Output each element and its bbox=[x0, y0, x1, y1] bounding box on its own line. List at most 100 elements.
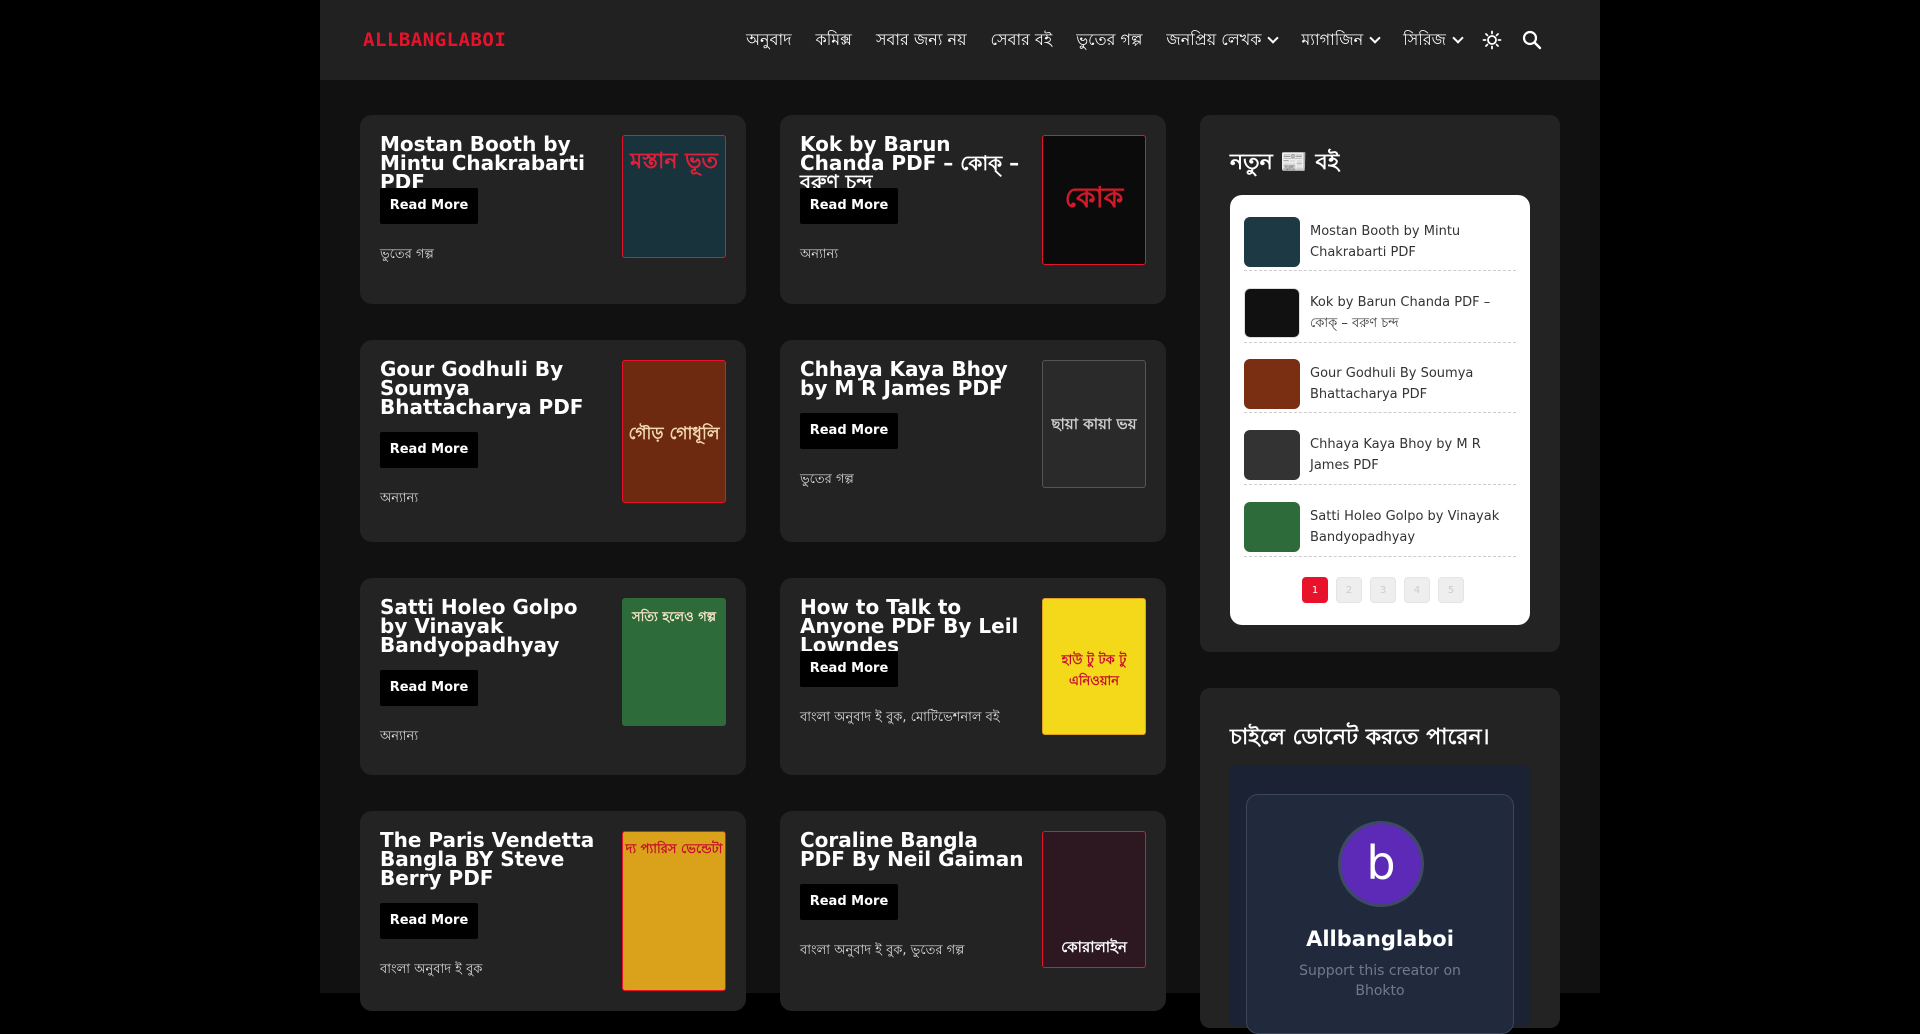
recent-book-item[interactable]: Chhaya Kaya Bhoy by M R James PDF bbox=[1244, 425, 1516, 485]
read-more-button[interactable]: Read More bbox=[380, 670, 478, 706]
read-more-button[interactable]: Read More bbox=[800, 651, 898, 687]
widget-title: নতুন 📰 বই bbox=[1230, 150, 1340, 175]
post-card: Gour Godhuli By Soumya Bhattacharya PDF … bbox=[360, 340, 746, 542]
cover-title: হাউ টু টক টু এনিওয়ান bbox=[1061, 653, 1127, 689]
nav-item-comics[interactable]: কমিক্স bbox=[816, 27, 852, 54]
cover-title: দ্য প্যারিস ভেন্ডেটা bbox=[625, 842, 723, 857]
book-cover-image[interactable]: কোক bbox=[1042, 135, 1146, 265]
site-logo[interactable]: ALLBANGLABOI bbox=[363, 29, 506, 51]
recent-book-title[interactable]: Kok by Barun Chanda PDF – কোক্ – বরুণ চন… bbox=[1310, 292, 1516, 334]
book-cover-image[interactable]: কোরালাইন bbox=[1042, 831, 1146, 968]
cover-title: গৌড় গোধূলি bbox=[628, 424, 720, 444]
cover-title: কোরালাইন bbox=[1061, 938, 1127, 956]
nav-label: সেবার বই bbox=[990, 29, 1053, 49]
post-category[interactable]: অন্যান্য bbox=[380, 489, 418, 510]
nav-item-onubad[interactable]: অনুবাদ bbox=[746, 27, 791, 54]
chevron-down-icon bbox=[1452, 32, 1464, 44]
book-thumbnail bbox=[1244, 287, 1300, 338]
book-thumbnail bbox=[1244, 501, 1300, 552]
recent-book-item[interactable]: Gour Godhuli By Soumya Bhattacharya PDF bbox=[1244, 355, 1516, 413]
post-title[interactable]: The Paris Vendetta Bangla BY Steve Berry… bbox=[380, 830, 608, 888]
post-card: Kok by Barun Chanda PDF – কোক্ – বরুণ চন… bbox=[780, 115, 1166, 304]
creator-card[interactable]: b Allbanglaboi Support this creator on B… bbox=[1246, 794, 1514, 1034]
post-title[interactable]: Coraline Bangla PDF By Neil Gaiman bbox=[800, 830, 1028, 869]
creator-name: Allbanglaboi bbox=[1306, 927, 1454, 951]
site-header: ALLBANGLABOI অনুবাদ কমিক্স সবার জন্য নয়… bbox=[320, 0, 1600, 80]
nav-label: সিরিজ bbox=[1403, 29, 1446, 49]
widget-title: চাইলে ডোনেট করতে পারেন। bbox=[1230, 725, 1490, 750]
site-container: ALLBANGLABOI অনুবাদ কমিক্স সবার জন্য নয়… bbox=[320, 0, 1600, 1034]
book-thumbnail bbox=[1244, 216, 1300, 267]
search-icon bbox=[1522, 30, 1542, 50]
read-more-button[interactable]: Read More bbox=[800, 188, 898, 224]
recent-books-widget: নতুন 📰 বই Mostan Booth by Mintu Chakraba… bbox=[1200, 115, 1560, 652]
post-category[interactable]: অন্যান্য bbox=[800, 245, 838, 266]
chevron-down-icon bbox=[1267, 32, 1280, 44]
recent-book-title[interactable]: Gour Godhuli By Soumya Bhattacharya PDF bbox=[1310, 363, 1516, 405]
nav-item-not-for-all[interactable]: সবার জন্য নয় bbox=[876, 27, 967, 54]
recent-book-item[interactable]: Mostan Booth by Mintu Chakrabarti PDF bbox=[1244, 213, 1516, 271]
book-cover-image[interactable]: গৌড় গোধূলি bbox=[622, 360, 726, 503]
book-thumbnail bbox=[1244, 358, 1300, 409]
page-button[interactable]: 1 bbox=[1302, 577, 1328, 603]
nav-label: সবার জন্য নয় bbox=[875, 29, 967, 49]
book-cover-image[interactable]: মস্তান ভূত bbox=[622, 135, 726, 258]
post-card: Coraline Bangla PDF By Neil Gaiman Read … bbox=[780, 811, 1166, 1011]
recent-book-item[interactable]: Satti Holeo Golpo by Vinayak Bandyopadhy… bbox=[1244, 497, 1516, 557]
search-button[interactable] bbox=[1522, 30, 1542, 50]
recent-pagination: 1 2 3 4 5 bbox=[1302, 577, 1472, 603]
cover-title: সত্যি হলেও গল্প bbox=[632, 610, 716, 625]
recent-book-item[interactable]: Kok by Barun Chanda PDF – কোক্ – বরুণ চন… bbox=[1244, 283, 1516, 343]
theme-toggle-button[interactable] bbox=[1482, 30, 1502, 50]
nav-item-magazine[interactable]: ম্যাগাজিন bbox=[1301, 27, 1381, 54]
post-title[interactable]: Mostan Booth by Mintu Chakrabarti PDF bbox=[380, 134, 608, 192]
post-card: Mostan Booth by Mintu Chakrabarti PDF Re… bbox=[360, 115, 746, 304]
nav-item-ghost-stories[interactable]: ভুতের গল্প bbox=[1076, 27, 1142, 54]
post-category[interactable]: ভুতের গল্প bbox=[800, 470, 854, 491]
cover-title: মস্তান ভূত bbox=[629, 149, 719, 174]
post-title[interactable]: How to Talk to Anyone PDF By Leil Lownde… bbox=[800, 597, 1028, 655]
chevron-down-icon bbox=[1369, 32, 1381, 44]
recent-books-panel: Mostan Booth by Mintu Chakrabarti PDF Ko… bbox=[1230, 195, 1530, 625]
post-category[interactable]: ভুতের গল্প bbox=[380, 245, 434, 266]
read-more-button[interactable]: Read More bbox=[380, 188, 478, 224]
cover-title: কোক bbox=[1064, 181, 1124, 214]
recent-book-title[interactable]: Mostan Booth by Mintu Chakrabarti PDF bbox=[1310, 221, 1516, 263]
donate-widget: চাইলে ডোনেট করতে পারেন। b Allbanglaboi S… bbox=[1200, 688, 1560, 1034]
post-title[interactable]: Chhaya Kaya Bhoy by M R James PDF bbox=[800, 359, 1028, 398]
creator-subtitle: Support this creator on Bhokto bbox=[1299, 963, 1461, 999]
page-button[interactable]: 2 bbox=[1336, 577, 1362, 603]
post-title[interactable]: Gour Godhuli By Soumya Bhattacharya PDF bbox=[380, 359, 608, 417]
book-cover-image[interactable]: দ্য প্যারিস ভেন্ডেটা bbox=[622, 831, 726, 991]
book-cover-image[interactable]: হাউ টু টক টু এনিওয়ান bbox=[1042, 598, 1146, 735]
sun-icon bbox=[1482, 30, 1502, 50]
post-category[interactable]: বাংলা অনুবাদ ই বুক, মোটিভেশনাল বই bbox=[800, 708, 1000, 729]
book-cover-image[interactable]: সত্যি হলেও গল্প bbox=[622, 598, 726, 726]
post-category[interactable]: বাংলা অনুবাদ ই বুক, ভুতের গল্প bbox=[800, 941, 964, 962]
nav-item-seba-books[interactable]: সেবার বই bbox=[991, 27, 1053, 54]
post-category[interactable]: বাংলা অনুবাদ ই বুক bbox=[380, 960, 482, 981]
nav-label: জনপ্রিয় লেখক bbox=[1166, 29, 1262, 49]
nav-label: অনুবাদ bbox=[746, 29, 792, 49]
recent-book-title[interactable]: Chhaya Kaya Bhoy by M R James PDF bbox=[1310, 434, 1516, 476]
post-title[interactable]: Satti Holeo Golpo by Vinayak Bandyopadhy… bbox=[380, 597, 608, 655]
post-title[interactable]: Kok by Barun Chanda PDF – কোক্ – বরুণ চন… bbox=[800, 134, 1028, 192]
main-nav: অনুবাদ কমিক্স সবার জন্য নয় সেবার বই ভুত… bbox=[746, 0, 1542, 80]
nav-label: ভুতের গল্প bbox=[1076, 29, 1143, 49]
post-card: Satti Holeo Golpo by Vinayak Bandyopadhy… bbox=[360, 578, 746, 775]
read-more-button[interactable]: Read More bbox=[800, 413, 898, 449]
book-cover-image[interactable]: ছায়া কায়া ভয় bbox=[1042, 360, 1146, 488]
post-category[interactable]: অন্যান্য bbox=[380, 727, 418, 748]
donate-panel: b Allbanglaboi Support this creator on B… bbox=[1230, 766, 1530, 1034]
recent-book-title[interactable]: Satti Holeo Golpo by Vinayak Bandyopadhy… bbox=[1310, 506, 1516, 548]
page-button[interactable]: 5 bbox=[1438, 577, 1464, 603]
nav-item-series[interactable]: সিরিজ bbox=[1403, 27, 1464, 54]
avatar: b bbox=[1338, 821, 1424, 907]
post-card: The Paris Vendetta Bangla BY Steve Berry… bbox=[360, 811, 746, 1011]
nav-item-popular-authors[interactable]: জনপ্রিয় লেখক bbox=[1166, 27, 1280, 54]
page-button[interactable]: 4 bbox=[1404, 577, 1430, 603]
read-more-button[interactable]: Read More bbox=[380, 432, 478, 468]
read-more-button[interactable]: Read More bbox=[380, 903, 478, 939]
read-more-button[interactable]: Read More bbox=[800, 884, 898, 920]
page-button[interactable]: 3 bbox=[1370, 577, 1396, 603]
